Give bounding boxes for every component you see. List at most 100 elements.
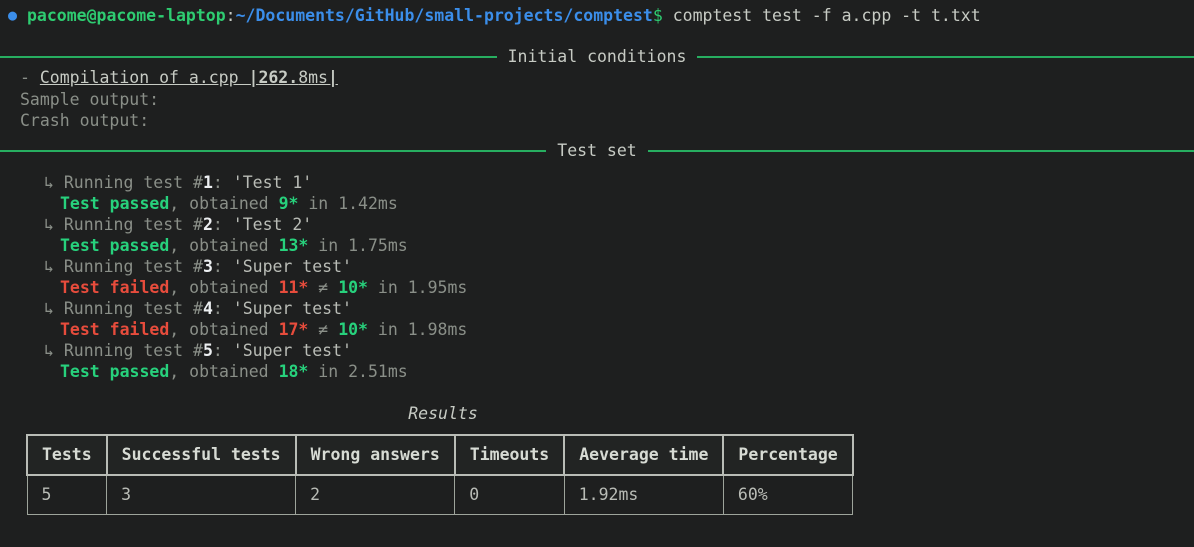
- test-running-prefix: Running test #: [53, 257, 203, 276]
- test-obtained-value: 11*: [278, 278, 309, 297]
- rule-right: [647, 149, 1194, 152]
- prompt-user-host: pacome@pacome-laptop: [26, 6, 226, 25]
- compilation-bullet: -: [20, 68, 40, 87]
- cell-timeouts: 0: [454, 474, 565, 515]
- test-obtained-value: 13*: [278, 236, 309, 255]
- test-running-line: ↳ Running test #1: 'Test 1': [44, 172, 312, 193]
- test-time: 1.75ms: [348, 236, 408, 255]
- column-header-successful-tests: Successful tests: [105, 434, 297, 476]
- test-name: 'Super test': [232, 299, 352, 318]
- test-arrow-icon: ↳: [44, 257, 54, 276]
- test-running-suffix: :: [212, 341, 233, 360]
- compilation-time-value: 262.: [258, 68, 299, 87]
- test-time: 1.98ms: [407, 320, 468, 339]
- test-running-suffix: :: [212, 173, 233, 192]
- compilation-time-close: |: [328, 68, 338, 87]
- test-obtained-label: , obtained: [169, 236, 279, 255]
- test-running-line: ↳ Running test #4: 'Super test': [44, 298, 352, 319]
- section-label: Initial conditions: [507, 47, 687, 66]
- test-arrow-icon: ↳: [44, 173, 54, 192]
- test-running-suffix: :: [212, 215, 233, 234]
- test-obtained-value: 18*: [278, 362, 309, 381]
- test-running-line: ↳ Running test #2: 'Test 2': [44, 214, 312, 235]
- rule-left: [0, 149, 547, 152]
- column-header-tests: Tests: [26, 434, 108, 476]
- compilation-time-open: |: [248, 68, 259, 87]
- test-time-prefix: in: [368, 278, 408, 297]
- test-not-equal-icon: ≠: [308, 278, 339, 297]
- command-text: comptest test -f a.cpp -t t.txt: [672, 6, 981, 25]
- results-title: Results: [408, 404, 478, 423]
- prompt-line: ● pacome@pacome-laptop:~/Documents/GitHu…: [8, 5, 981, 26]
- test-status: Test passed: [60, 236, 170, 255]
- test-time-prefix: in: [298, 194, 339, 213]
- test-result-line: Test passed, obtained 18* in 2.51ms: [60, 361, 408, 382]
- table-row: 5 3 2 0 1.92ms 60%: [26, 474, 854, 515]
- table-header-row: Tests Successful tests Wrong answers Tim…: [26, 434, 854, 476]
- prompt-path: ~/Documents/GitHub/small-projects/compte…: [235, 6, 653, 25]
- prompt-gap: [663, 6, 673, 25]
- test-time: 1.95ms: [407, 278, 468, 297]
- compilation-time-unit: 8ms: [298, 68, 328, 87]
- cell-percentage: 60%: [722, 474, 854, 515]
- test-index: 4: [202, 299, 213, 318]
- test-status: Test passed: [60, 194, 170, 213]
- test-time-prefix: in: [368, 320, 408, 339]
- test-time-prefix: in: [308, 236, 349, 255]
- section-header-initial-conditions: Initial conditions: [0, 46, 1194, 67]
- test-status: Test failed: [60, 278, 170, 297]
- test-index: 3: [202, 257, 213, 276]
- terminal-window: ● pacome@pacome-laptop:~/Documents/GitHu…: [0, 0, 1194, 547]
- cell-tests: 5: [26, 474, 108, 515]
- test-expected-value: 10*: [338, 278, 368, 297]
- test-expected-value: 10*: [338, 320, 368, 339]
- test-running-prefix: Running test #: [53, 341, 203, 360]
- column-header-average-time: Aeverage time: [563, 434, 725, 476]
- test-name: 'Super test': [232, 341, 352, 360]
- test-result-line: Test passed, obtained 13* in 1.75ms: [60, 235, 408, 256]
- test-running-line: ↳ Running test #5: 'Super test': [44, 340, 352, 361]
- rule-left: [0, 55, 497, 58]
- crash-output-label: Crash output:: [20, 111, 150, 130]
- test-obtained-label: , obtained: [169, 320, 279, 339]
- test-obtained-value: 9*: [278, 194, 299, 213]
- test-time-prefix: in: [308, 362, 349, 381]
- test-result-line: Test failed, obtained 17* ≠ 10* in 1.98m…: [60, 319, 467, 340]
- cell-successful-tests: 3: [106, 474, 297, 515]
- test-running-suffix: :: [212, 257, 233, 276]
- test-obtained-label: , obtained: [169, 194, 279, 213]
- test-time: 2.51ms: [348, 362, 408, 381]
- bullet-icon: ●: [8, 6, 18, 24]
- test-not-equal-icon: ≠: [308, 320, 339, 339]
- test-name: 'Test 2': [232, 215, 313, 234]
- compilation-label: Compilation of a.cpp: [39, 68, 249, 87]
- prompt-sigil: $: [652, 6, 663, 25]
- test-name: 'Super test': [232, 257, 352, 276]
- test-running-line: ↳ Running test #3: 'Super test': [44, 256, 352, 277]
- cell-average-time: 1.92ms: [563, 474, 724, 515]
- sample-output-label: Sample output:: [20, 90, 160, 109]
- test-running-prefix: Running test #: [53, 173, 203, 192]
- test-name: 'Test 1': [232, 173, 313, 192]
- results-table-wrap: Tests Successful tests Wrong answers Tim…: [26, 434, 854, 515]
- results-table: Tests Successful tests Wrong answers Tim…: [26, 434, 854, 515]
- section-header-test-set: Test set: [0, 140, 1194, 161]
- test-time: 1.42ms: [338, 194, 398, 213]
- column-header-timeouts: Timeouts: [453, 434, 566, 476]
- test-running-prefix: Running test #: [53, 215, 203, 234]
- cell-wrong-answers: 2: [295, 474, 456, 515]
- test-result-line: Test passed, obtained 9* in 1.42ms: [60, 193, 398, 214]
- test-status: Test failed: [60, 320, 170, 339]
- test-index: 2: [202, 215, 213, 234]
- rule-right: [697, 55, 1194, 58]
- test-obtained-label: , obtained: [169, 362, 279, 381]
- section-label: Test set: [557, 141, 637, 160]
- test-status: Test passed: [60, 362, 170, 381]
- column-header-percentage: Percentage: [722, 434, 854, 476]
- test-running-suffix: :: [212, 299, 233, 318]
- prompt-separator: :: [225, 6, 236, 25]
- column-header-wrong-answers: Wrong answers: [294, 434, 456, 476]
- test-running-prefix: Running test #: [53, 299, 203, 318]
- compilation-line: - Compilation of a.cpp |262.8ms|: [20, 67, 338, 88]
